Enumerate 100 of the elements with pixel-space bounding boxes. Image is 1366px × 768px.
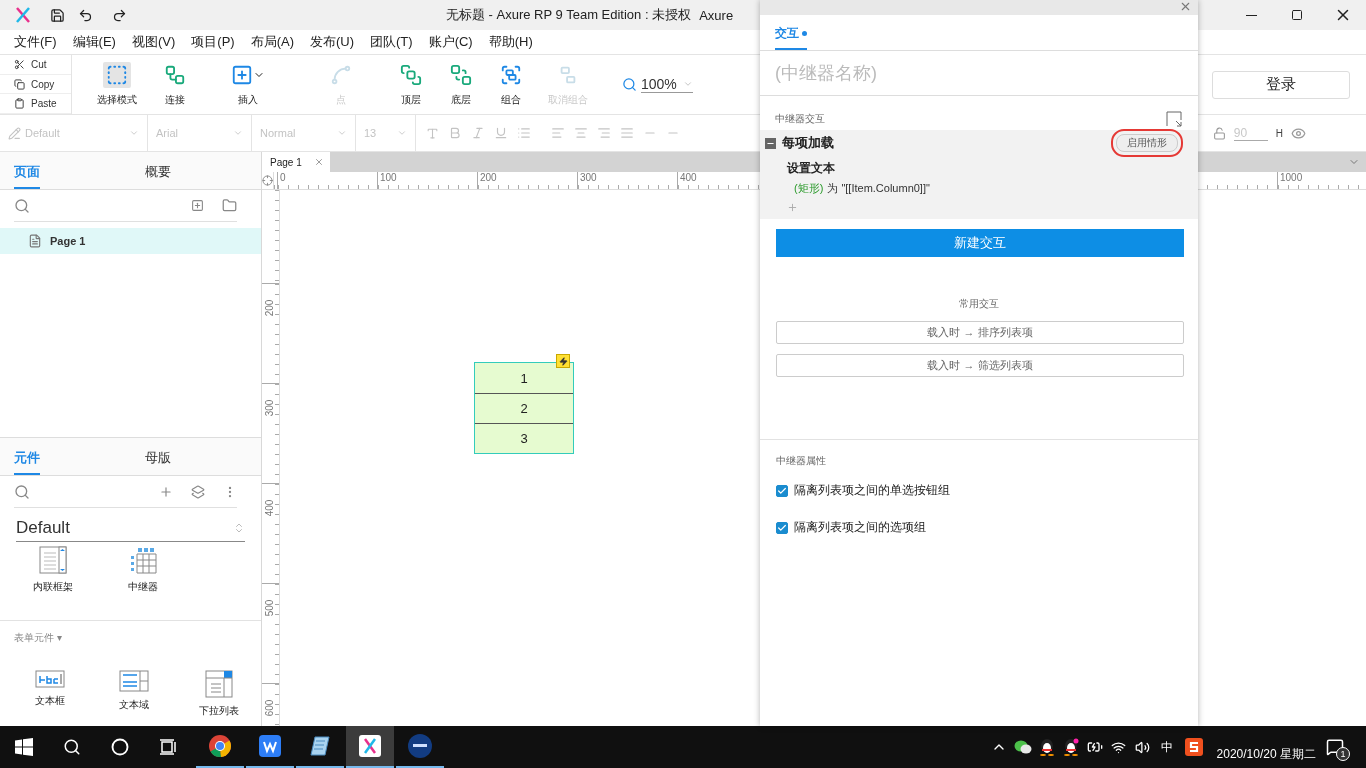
toolbar-button[interactable]: Copy [0,74,71,95]
checkbox-label: 隔离列表项之间的单选按钮组 [794,482,950,499]
search-icon [63,738,81,756]
common-interaction-button[interactable]: 载入时 → 排序列表项 [776,321,1184,344]
taskbar-app[interactable] [346,726,394,768]
menu-item[interactable]: 布局(A) [242,33,302,51]
browser-icon [208,734,232,758]
penguin-icon[interactable] [1062,738,1079,756]
folder-icon[interactable] [222,198,237,213]
chat-icon[interactable] [1013,739,1032,755]
ruler-label: 1000 [1280,172,1303,183]
ruler-label: 600 [264,699,277,717]
clipboard-icon [14,98,25,110]
wifi-icon[interactable] [1111,739,1127,755]
penguin-icon[interactable] [1038,738,1055,756]
panel-tab[interactable]: 页面 [14,163,40,189]
widget-item[interactable]: 下拉列表 [176,670,261,718]
ruler-label: 200 [264,299,277,317]
toolbar-button[interactable]: Cut [0,55,71,75]
repeater-row: 3 [475,423,573,453]
input-method-indicator[interactable]: 中 [1154,726,1179,768]
search-icon[interactable] [14,197,30,214]
caret-icon[interactable]: ▾ [57,632,63,643]
task-view-icon [159,739,177,755]
toolbar-button[interactable]: 底层 [436,55,486,114]
menu-item[interactable]: 编辑(E) [64,33,124,51]
input-app-icon[interactable] [1184,738,1203,756]
ruler-label: 400 [680,172,697,183]
section-title: 常用交互 [959,297,999,311]
repeater-row: 1 [475,363,573,393]
search-icon[interactable] [14,483,30,500]
group-icon [500,64,522,86]
ruler-label: 300 [580,172,597,183]
inline-frame-icon [39,546,67,574]
crosshair-icon[interactable] [262,175,273,186]
menu-item[interactable]: 文件(F) [6,33,65,51]
toolbar-button[interactable]: Paste [0,94,71,114]
menu-item[interactable]: 团队(T) [362,33,421,51]
zoom-field[interactable]: 100% [641,76,693,93]
toolbar-button[interactable]: 选择模式 [84,55,150,114]
save-icon[interactable] [49,7,65,23]
notification-count: 1 [1336,747,1350,761]
minimize-icon [1245,14,1257,16]
name-field[interactable]: (中继器名称) [760,51,1198,96]
ruler-label: 400 [264,499,277,517]
checkbox[interactable] [776,521,788,534]
undo-icon[interactable] [77,7,93,23]
pencil-icon [8,126,21,140]
menu-item[interactable]: 发布(U) [302,33,363,51]
panel-tab[interactable]: 概要 [144,163,171,189]
panel-tab[interactable]: 母版 [144,449,171,475]
add-page-icon[interactable] [191,199,204,212]
battery-icon[interactable] [1086,739,1103,755]
login-button[interactable]: 登录 [1212,70,1350,99]
repeater-row: 2 [475,393,573,423]
caret-icon [337,128,347,138]
volume-icon[interactable] [1135,739,1151,755]
add-icon[interactable] [787,202,798,213]
lock-icon[interactable] [1212,126,1226,140]
layers-icon[interactable] [191,484,205,499]
menu-item[interactable]: 账户(C) [420,33,481,51]
office-icon [259,735,281,757]
dropdown-list-icon [204,670,233,698]
page-item[interactable]: Page 1 [0,228,261,254]
text-color-icon[interactable] [426,126,439,140]
redo-icon[interactable] [111,7,127,23]
window-title: 无标题 - Axure RP 9 Team Edition : 未授权 [446,6,692,24]
panel-tab[interactable]: 元件 [14,449,40,475]
expand-icon[interactable] [1166,110,1182,127]
toolbar-button[interactable]: 顶层 [386,55,436,114]
window-title: Axure [699,7,734,23]
notepad-icon [309,735,331,757]
plus-icon [231,64,253,86]
widget-item[interactable]: 文本框 [8,670,93,718]
menu-item[interactable]: 项目(P) [183,33,243,51]
toolbar-button[interactable]: 连接 [150,55,200,114]
library-select[interactable]: Default [16,514,245,542]
send-back-icon [450,64,472,86]
widget-item[interactable]: 文本域 [92,670,177,718]
eye-icon[interactable] [1291,125,1306,141]
close-icon[interactable] [1179,0,1192,13]
circle-icon [111,738,129,756]
date-text[interactable]: 2020/10/20 星期二 [1208,731,1326,763]
widget-item[interactable]: 内联框架 [8,546,98,594]
common-interaction-button[interactable]: 载入时 → 筛选列表项 [776,354,1184,377]
add-icon[interactable] [159,484,173,499]
connector-icon [164,64,186,86]
menu-item[interactable]: 帮助(H) [480,33,541,51]
up-down-icon [233,521,245,534]
close-icon[interactable] [313,157,324,167]
collapse-icon[interactable] [765,137,776,149]
toolbar-button[interactable]: 组合 [486,55,536,114]
menu-item[interactable]: 视图(V) [123,33,184,51]
widget-item[interactable]: 中继器 [98,546,188,594]
select-icon [106,64,128,86]
page-tab[interactable]: Page 1 [262,152,330,172]
repeater-widget[interactable]: 1 2 3 [474,362,574,454]
notification-icon[interactable] [1326,738,1344,756]
toolbar-button[interactable]: 插入 [200,55,296,114]
checkbox[interactable] [776,484,788,497]
